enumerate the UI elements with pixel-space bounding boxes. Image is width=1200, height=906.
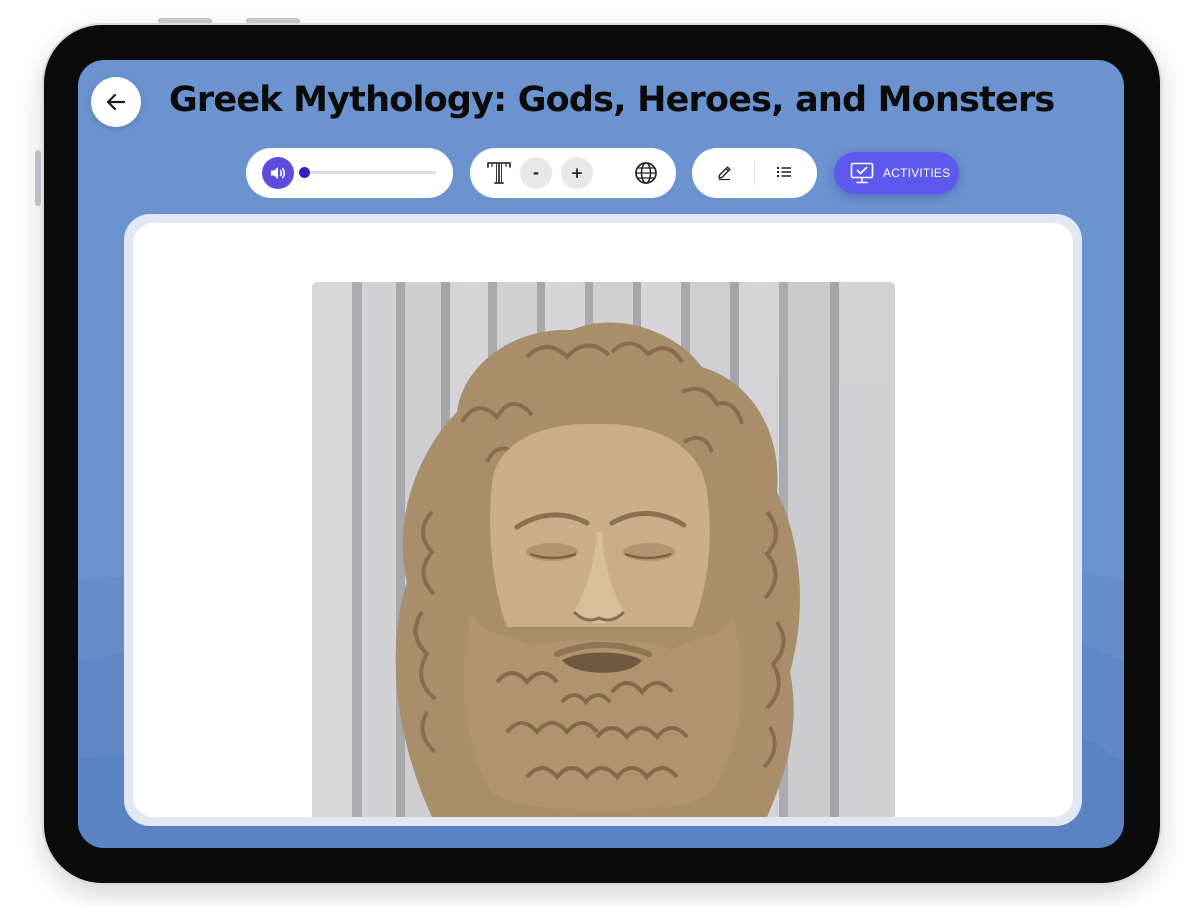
list-icon[interactable] (776, 165, 792, 179)
content-card-body (133, 223, 1073, 817)
page-title: Greek Mythology: Gods, Heroes, and Monst… (169, 80, 1055, 120)
play-audio-button[interactable] (262, 157, 294, 189)
volume-down-hardware-button (246, 18, 300, 24)
globe-icon[interactable] (634, 161, 658, 185)
toolbar-divider (754, 161, 755, 185)
monitor-check-icon (850, 162, 874, 184)
pencil-icon[interactable] (716, 164, 733, 181)
arrow-left-icon (106, 93, 126, 111)
audio-progress-slider[interactable] (299, 167, 436, 178)
speaker-icon (271, 167, 285, 179)
increase-text-size-button[interactable]: + (561, 157, 593, 189)
volume-up-hardware-button (158, 18, 212, 24)
audio-progress-handle[interactable] (299, 167, 310, 178)
reading-tools (692, 148, 817, 198)
text-controls: - + (470, 148, 676, 198)
decrease-text-size-button[interactable]: - (520, 157, 552, 189)
marble-bust-image (312, 282, 895, 817)
activities-label: ACTIVITIES (883, 166, 951, 180)
power-hardware-button (35, 150, 41, 206)
app-screen: Greek Mythology: Gods, Heroes, and Monst… (78, 60, 1124, 848)
audio-player (246, 148, 453, 198)
content-card (124, 214, 1082, 826)
text-size-icon (487, 162, 511, 184)
activities-button[interactable]: ACTIVITIES (834, 152, 959, 194)
back-button[interactable] (91, 77, 141, 127)
